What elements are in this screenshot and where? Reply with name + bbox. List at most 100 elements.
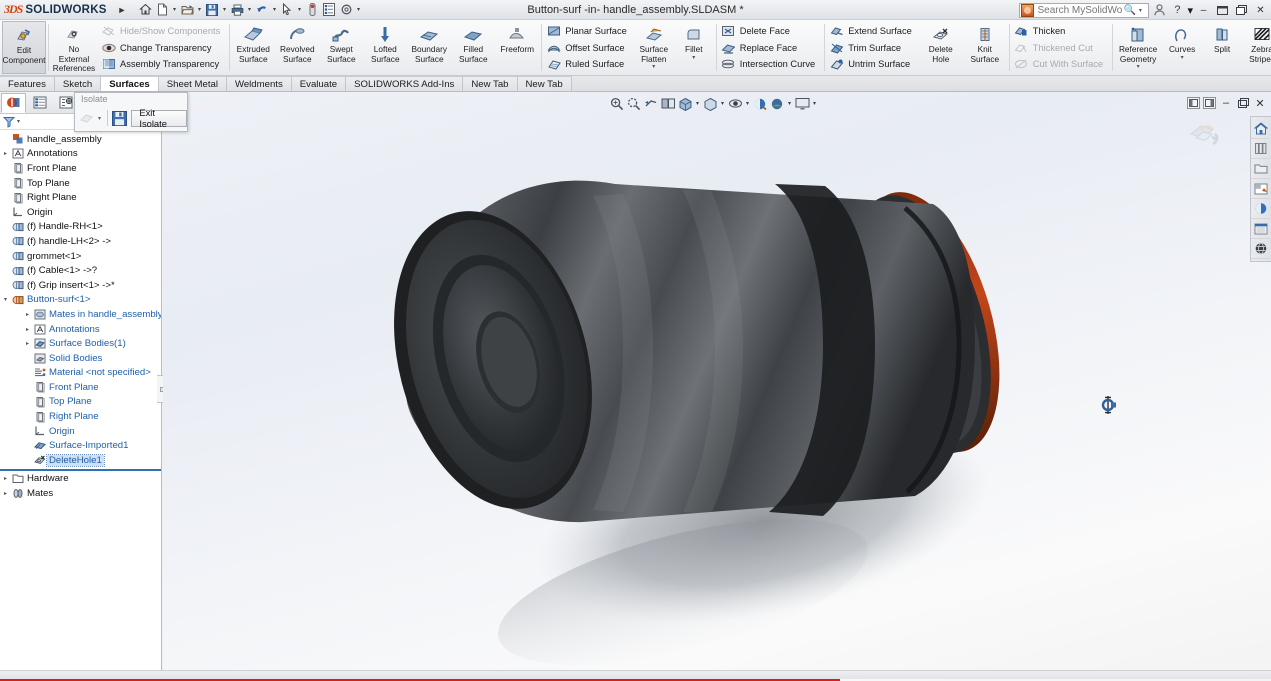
fillet-caret-icon[interactable]: ▾	[692, 55, 695, 62]
help-caret-icon[interactable]: ▾	[1187, 4, 1193, 17]
display-style-caret-icon[interactable]: ▾	[719, 95, 726, 112]
reference-geometry-caret-icon[interactable]: ▾	[1137, 64, 1140, 71]
open-icon[interactable]	[179, 1, 195, 18]
restore-window-icon[interactable]	[1236, 96, 1250, 110]
edit-component-button[interactable]: Edit Component	[2, 21, 46, 74]
hide-show-items-icon[interactable]	[727, 95, 743, 112]
restore-down-button[interactable]	[1214, 1, 1231, 19]
ruled-surface-button[interactable]: Ruled Surface	[546, 56, 631, 72]
search-icon[interactable]: 🔍	[1123, 5, 1135, 16]
search-caret-icon[interactable]: ▾	[1136, 7, 1145, 14]
view-palette-icon[interactable]	[1251, 179, 1270, 199]
save-icon[interactable]	[204, 1, 220, 18]
zoom-to-fit-icon[interactable]	[609, 95, 625, 112]
solidworks-forum-icon[interactable]	[1251, 239, 1270, 259]
change-transparency-button[interactable]: Change Transparency	[101, 40, 224, 56]
boundary-surface-button[interactable]: Boundary Surface	[407, 21, 451, 74]
apply-scene-icon[interactable]	[769, 95, 785, 112]
tree-item-handle-assembly[interactable]: handle_assembly	[0, 132, 161, 147]
no-external-references-button[interactable]: No External References	[50, 21, 98, 74]
isolate-display-caret-icon[interactable]: ▾	[96, 115, 103, 122]
tree-item-right-plane[interactable]: Right Plane	[0, 190, 161, 205]
tree-item-annotations[interactable]: ▸ Annotations	[0, 147, 161, 162]
feature-tree[interactable]: handle_assembly ▸ Annotations Front Plane To…	[0, 130, 161, 681]
tab-features[interactable]: Features	[0, 76, 55, 91]
undo-icon[interactable]	[254, 1, 270, 18]
restore-pane-right-icon[interactable]	[1203, 97, 1216, 109]
rollback-bar[interactable]	[0, 468, 161, 471]
save-caret-icon[interactable]: ▾	[221, 1, 228, 18]
curves-caret-icon[interactable]: ▾	[1181, 55, 1184, 62]
tab-sketch[interactable]: Sketch	[53, 76, 102, 91]
tree-item-f-cable-1[interactable]: (f) Cable<1> ->?	[0, 263, 161, 278]
tree-item-button-surf-1[interactable]: ▾ Button-surf<1>	[0, 293, 161, 308]
tree-item-origin[interactable]: Origin	[0, 205, 161, 220]
tab-sheet-metal[interactable]: Sheet Metal	[157, 76, 227, 91]
tab-new-tab-1[interactable]: New Tab	[462, 76, 518, 91]
thicken-button[interactable]: Thicken	[1014, 23, 1107, 39]
graphics-viewport[interactable]: ▾ ▾ ▾ ▾ ▾ – ✕	[163, 92, 1271, 681]
home-icon[interactable]	[137, 1, 153, 18]
swept-surface-button[interactable]: Swept Surface	[319, 21, 363, 74]
appearances-scenes-icon[interactable]	[1251, 199, 1270, 219]
delete-hole-button[interactable]: Delete Hole	[919, 21, 963, 74]
print-caret-icon[interactable]: ▾	[246, 1, 253, 18]
untrim-surface-button[interactable]: Untrim Surface	[829, 56, 916, 72]
replace-face-button[interactable]: Replace Face	[721, 40, 819, 56]
tree-expander-icon[interactable]: ▸	[22, 326, 33, 333]
minimize-window-icon[interactable]: –	[1219, 96, 1233, 110]
tree-expander-icon[interactable]: ▸	[0, 475, 11, 482]
tree-item-mates-in-handle-assembly[interactable]: ▸ Mates in handle_assembly	[0, 307, 161, 322]
intersection-curve-button[interactable]: Intersection Curve	[721, 56, 819, 72]
property-manager-tab[interactable]	[27, 93, 52, 113]
tree-item-hardware[interactable]: ▸ Hardware	[0, 472, 161, 487]
search-input[interactable]	[1037, 4, 1124, 16]
knit-surface-button[interactable]: Knit Surface	[963, 21, 1007, 74]
tree-expander-icon[interactable]: ▸	[22, 311, 33, 318]
tab-evaluate[interactable]: Evaluate	[290, 76, 347, 91]
options-display-icon[interactable]	[321, 1, 337, 18]
view-settings-caret-icon[interactable]: ▾	[811, 95, 818, 112]
tab-new-tab-2[interactable]: New Tab	[516, 76, 572, 91]
freeform-button[interactable]: Freeform	[495, 21, 539, 74]
minimize-button[interactable]: –	[1195, 1, 1212, 19]
close-window-icon[interactable]: ✕	[1253, 96, 1267, 110]
thickened-cut-button[interactable]: Thickened Cut	[1014, 40, 1107, 56]
print-icon[interactable]	[229, 1, 245, 18]
tree-item-solid-bodies[interactable]: Solid Bodies	[0, 351, 161, 366]
tree-item-surface-bodies-1[interactable]: ▸ Surface Bodies(1)	[0, 336, 161, 351]
surface-flatten-button[interactable]: Surface Flatten ▾	[634, 21, 674, 74]
tab-surfaces[interactable]: Surfaces	[100, 76, 159, 91]
options-caret-icon[interactable]: ▾	[355, 1, 362, 18]
zoom-to-area-icon[interactable]	[626, 95, 642, 112]
surface-flatten-caret-icon[interactable]: ▾	[652, 64, 655, 71]
tree-item-front-plane[interactable]: Front Plane	[0, 161, 161, 176]
options-gear-icon[interactable]	[338, 1, 354, 18]
tree-item-front-plane[interactable]: Front Plane	[0, 380, 161, 395]
curves-button[interactable]: Curves ▾	[1162, 21, 1202, 74]
tab-weldments[interactable]: Weldments	[225, 76, 292, 91]
extend-surface-button[interactable]: Extend Surface	[829, 23, 916, 39]
custom-properties-icon[interactable]	[1251, 219, 1270, 239]
mysolidworks-search[interactable]: 🔍 ▾	[1019, 2, 1150, 18]
new-document-icon[interactable]	[154, 1, 170, 18]
delete-face-button[interactable]: Delete Face	[721, 23, 819, 39]
maximize-button[interactable]	[1233, 1, 1250, 19]
tree-item-mates[interactable]: ▸ Mates	[0, 486, 161, 501]
feature-manager-tab[interactable]	[1, 92, 26, 113]
tree-item-f-handle-lh-2[interactable]: (f) handle-LH<2> ->	[0, 234, 161, 249]
tree-expander-icon[interactable]: ▾	[0, 296, 11, 303]
select-icon[interactable]	[279, 1, 295, 18]
design-library-icon[interactable]	[1251, 139, 1270, 159]
edit-appearance-icon[interactable]	[752, 95, 768, 112]
isolate-display-icon[interactable]	[79, 110, 94, 127]
filled-surface-button[interactable]: Filled Surface	[451, 21, 495, 74]
tree-expander-icon[interactable]: ▸	[0, 150, 11, 157]
save-icon[interactable]	[112, 109, 128, 127]
apply-scene-caret-icon[interactable]: ▾	[786, 95, 793, 112]
display-style-icon[interactable]	[702, 95, 718, 112]
section-view-icon[interactable]	[660, 95, 676, 112]
open-caret-icon[interactable]: ▾	[196, 1, 203, 18]
tree-item-top-plane[interactable]: Top Plane	[0, 395, 161, 410]
exit-isolate-button[interactable]: Exit Isolate	[131, 107, 187, 129]
